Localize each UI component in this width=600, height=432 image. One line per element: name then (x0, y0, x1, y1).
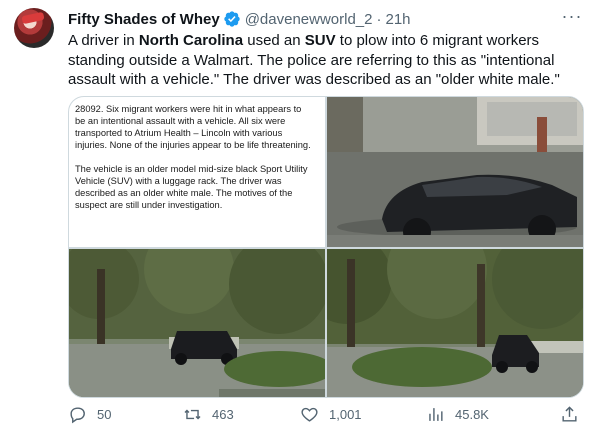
tweet-text-bold: North Carolina (138, 32, 244, 49)
news-excerpt-text: 28092. Six migrant workers were hit in w… (75, 103, 313, 223)
tweet-header: Fifty Shades of Whey @davenewworld_2 · 2… (68, 9, 411, 29)
reply-count: 50 (97, 406, 112, 422)
views-button[interactable]: 45.8K (426, 404, 489, 424)
timestamp[interactable]: 21h (386, 11, 411, 28)
news-paragraph: The vehicle is an older model mid-size b… (75, 164, 308, 210)
tweet-text-part: A driver in (68, 32, 139, 49)
media-photo-suv-closeup[interactable] (327, 97, 583, 247)
more-icon[interactable]: ··· (560, 7, 584, 28)
parking-lot-image-1 (69, 249, 325, 397)
like-count: 1,001 (329, 406, 362, 422)
author-handle[interactable]: @davenewworld_2 (245, 11, 373, 28)
share-icon (562, 405, 577, 422)
share-button[interactable] (560, 404, 589, 424)
media-grid: 28092. Six migrant workers were hit in w… (68, 96, 584, 398)
retweet-button[interactable]: 463 (183, 404, 234, 424)
suv-closeup-image (327, 97, 583, 247)
tweet: Fifty Shades of Whey @davenewworld_2 · 2… (0, 0, 600, 432)
avatar[interactable] (14, 8, 54, 48)
reply-button[interactable]: 50 (68, 404, 111, 424)
like-icon (301, 407, 318, 422)
tweet-text: A driver in North Carolina used an SUV t… (68, 31, 588, 90)
retweet-count: 463 (212, 406, 234, 422)
parking-lot-image-2 (327, 249, 583, 397)
author-name[interactable]: Fifty Shades of Whey (68, 11, 220, 28)
reply-icon (70, 406, 85, 423)
tweet-text-part: used an (243, 32, 305, 49)
tweet-text-bold: SUV (304, 32, 336, 49)
media-photo-parking-lot-1[interactable] (69, 249, 325, 397)
verified-badge-icon (224, 11, 240, 27)
action-bar: 50 463 1,001 45.8K (68, 400, 588, 428)
like-button[interactable]: 1,001 (300, 404, 362, 424)
media-photo-parking-lot-2[interactable] (327, 249, 583, 397)
news-paragraph: 28092. Six migrant workers were hit in w… (75, 104, 311, 150)
views-icon (429, 407, 443, 421)
retweet-icon (184, 409, 201, 419)
media-news-excerpt[interactable]: 28092. Six migrant workers were hit in w… (69, 97, 325, 247)
views-count: 45.8K (455, 406, 489, 422)
separator-dot: · (376, 10, 382, 28)
